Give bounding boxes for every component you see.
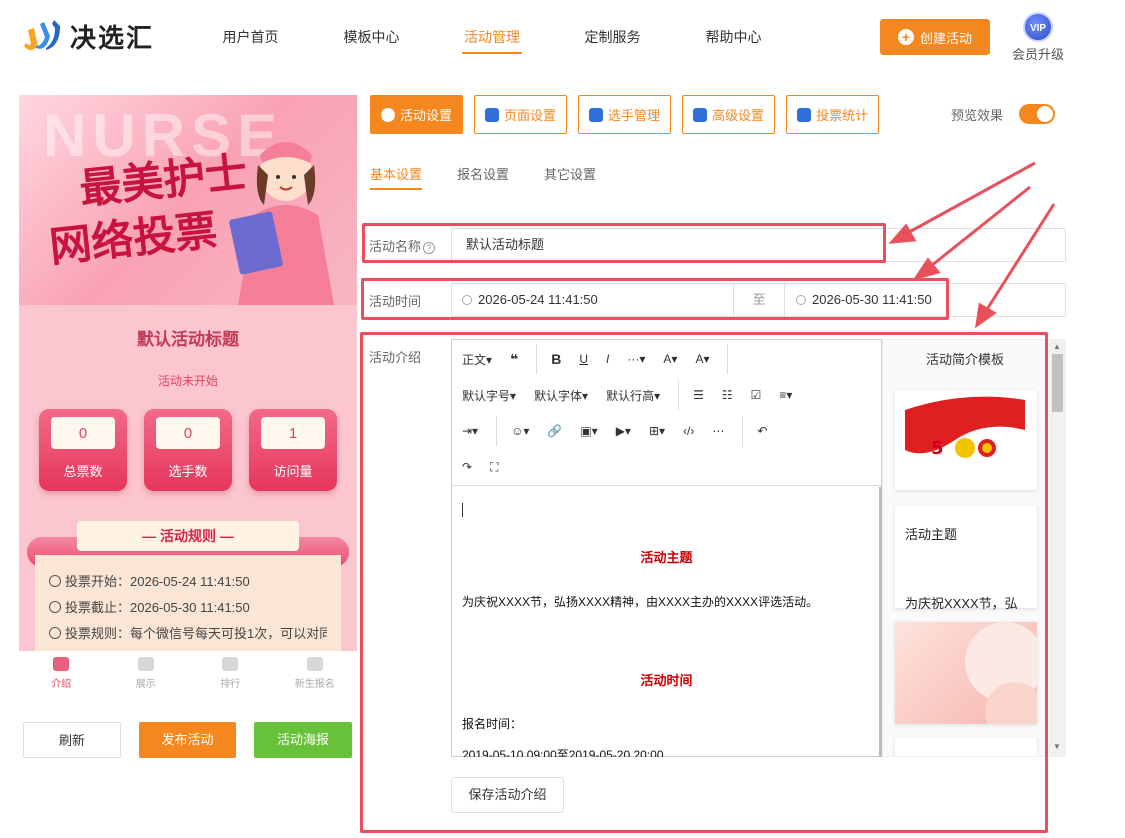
nurse-icon: [53, 657, 70, 671]
scroll-thumb[interactable]: [1052, 354, 1063, 412]
tab-contestant-manage[interactable]: 选手管理: [578, 95, 672, 134]
subtab-other[interactable]: 其它设置: [544, 164, 596, 190]
tab-activity-settings[interactable]: 活动设置: [370, 95, 464, 134]
preview-tab-signup[interactable]: 新生报名: [273, 651, 358, 696]
nav-templates[interactable]: 模板中心: [311, 24, 432, 54]
tab-vote-stats[interactable]: 投票统计: [786, 95, 880, 134]
scroll-up-icon[interactable]: ▲: [1053, 342, 1061, 351]
logo[interactable]: 决选汇: [20, 16, 154, 56]
rule-line: 投票截止：2026-05-30 11:41:50: [49, 595, 327, 621]
rule-line: 投票开始：2026-05-24 11:41:50: [49, 569, 327, 595]
create-activity-button[interactable]: + 创建活动: [880, 19, 990, 55]
create-activity-label: 创建活动: [919, 30, 972, 46]
heart-icon: [222, 657, 239, 671]
stat-label: 总票数: [63, 464, 103, 479]
preview-tab-intro[interactable]: 介绍: [19, 651, 104, 696]
preview-tab-display[interactable]: 展示: [104, 651, 189, 696]
preview-bottom-tabs: 介绍 展示 排行 新生报名: [19, 651, 357, 696]
scroll-down-icon[interactable]: ▼: [1053, 742, 1061, 751]
clock-icon: [49, 575, 61, 587]
subtab-signup[interactable]: 报名设置: [457, 164, 509, 190]
stat-visits: 1 访问量: [249, 409, 337, 491]
publish-button[interactable]: 发布活动: [139, 722, 236, 758]
display-icon: [137, 657, 154, 671]
annotation-box-name: [362, 223, 886, 263]
stat-label: 选手数: [168, 464, 208, 479]
annotation-box-time: [361, 278, 949, 320]
preview-switch[interactable]: [1019, 104, 1056, 124]
logo-icon: [20, 16, 64, 56]
preview-status: 活动未开始: [157, 374, 218, 388]
main-nav: 用户首页 模板中心 活动管理 定制服务 帮助中心: [190, 24, 794, 54]
stat-label: 访问量: [273, 464, 313, 479]
nav-custom-service[interactable]: 定制服务: [552, 24, 673, 54]
stat-value: 0: [156, 417, 220, 449]
preview-toggle: 预览效果: [951, 104, 1056, 124]
users-icon: [589, 107, 604, 122]
vip-upgrade-label: 会员升级: [1011, 47, 1064, 62]
clock-icon: [49, 601, 61, 613]
sliders-icon: [693, 107, 708, 122]
mobile-preview: NURSE 最美护士 网络投票 默认活动标题 活动未开始 0 总票数 0 选手数…: [19, 95, 357, 651]
settings-sub-tabs: 基本设置 报名设置 其它设置: [370, 164, 631, 190]
stat-total-votes: 0 总票数: [39, 409, 127, 491]
nav-activity-manage[interactable]: 活动管理: [462, 24, 522, 54]
plus-icon: +: [897, 29, 914, 45]
preview-stats: 0 总票数 0 选手数 1 访问量: [19, 409, 357, 491]
vip-badge-icon: VIP: [1023, 12, 1053, 42]
preview-title: 默认活动标题: [137, 330, 239, 349]
logo-text: 决选汇: [70, 22, 155, 53]
stat-contestants: 0 选手数: [144, 409, 232, 491]
preview-toggle-label: 预览效果: [951, 107, 1004, 123]
star-icon: [381, 107, 395, 122]
gear-icon: [485, 107, 500, 122]
subtab-basic[interactable]: 基本设置: [370, 164, 423, 190]
refresh-button[interactable]: 刷新: [23, 722, 121, 758]
rules-body: 投票开始：2026-05-24 11:41:50 投票截止：2026-05-30…: [35, 555, 341, 651]
rules-title: — 活动规则 —: [77, 521, 299, 551]
annotation-box-intro: [360, 332, 1048, 833]
nav-help[interactable]: 帮助中心: [673, 24, 794, 54]
preview-rules: 投票开始：2026-05-24 11:41:50 投票截止：2026-05-30…: [27, 515, 349, 651]
tab-advanced-settings[interactable]: 高级设置: [682, 95, 776, 134]
poster-button[interactable]: 活动海报: [254, 722, 352, 758]
rule-line: 投票规则：每个微信号每天可投1次，可以对同: [49, 621, 327, 647]
settings-tabs: 活动设置 页面设置 选手管理 高级设置 投票统计: [370, 95, 890, 134]
preview-tab-ranking[interactable]: 排行: [188, 651, 273, 696]
preview-banner: NURSE 最美护士 网络投票: [19, 95, 357, 305]
banner-title-line2: 网络投票: [47, 205, 220, 272]
nurse-illustration: [229, 142, 334, 305]
stat-value: 1: [261, 417, 325, 449]
nav-home[interactable]: 用户首页: [190, 24, 311, 54]
template-scrollbar[interactable]: ▲ ▼: [1049, 339, 1066, 757]
info-icon: [49, 627, 61, 639]
vip-upgrade[interactable]: VIP 会员升级: [1010, 12, 1066, 63]
pill-icon: [306, 657, 323, 671]
bar-chart-icon: [797, 107, 812, 122]
stat-value: 0: [51, 417, 115, 449]
tab-page-settings[interactable]: 页面设置: [474, 95, 568, 134]
